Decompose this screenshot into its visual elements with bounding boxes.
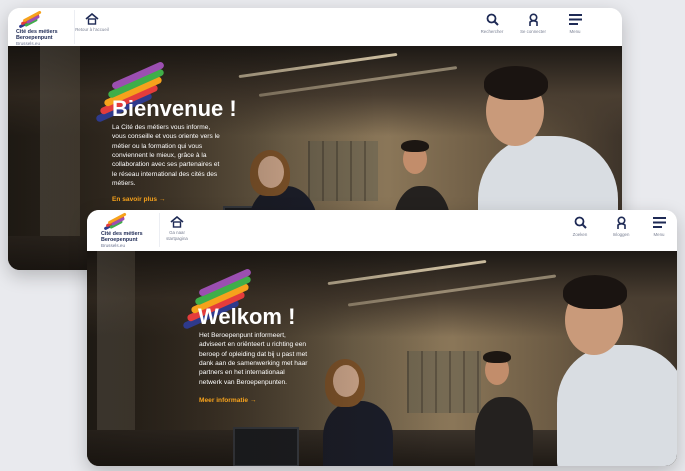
menu-button[interactable]: Menu bbox=[558, 10, 592, 44]
user-icon bbox=[616, 216, 626, 229]
login-button[interactable]: Inloggen bbox=[604, 213, 638, 247]
site-logo[interactable]: Cité des métiers Beroepenpunt Brussels.e… bbox=[16, 10, 76, 46]
menu-label: Menu bbox=[653, 232, 665, 237]
home-label: Retour à l'accueil bbox=[75, 27, 109, 32]
menu-icon bbox=[652, 217, 666, 228]
home-button[interactable]: Retour à l'accueil bbox=[74, 10, 109, 44]
menu-button[interactable]: Menu bbox=[642, 213, 676, 247]
search-icon bbox=[574, 216, 587, 229]
login-label: Inloggen bbox=[612, 232, 630, 237]
search-label: Zoeken bbox=[572, 232, 588, 237]
more-info-link[interactable]: Meer informatie → bbox=[199, 397, 257, 404]
search-button[interactable]: Rechercher bbox=[475, 10, 509, 44]
hero-title: Welkom ! bbox=[198, 304, 296, 329]
home-button[interactable]: Ga naar startpagina bbox=[159, 213, 194, 247]
hero-title: Bienvenue ! bbox=[112, 96, 237, 121]
user-icon bbox=[528, 13, 538, 26]
site-header: Cité des métiers Beroepenpunt Brussels.e… bbox=[87, 210, 677, 251]
hero-description: La Cité des métiers vous informe, vous c… bbox=[112, 124, 220, 188]
homepage-card-nl: Cité des métiers Beroepenpunt Brussels.e… bbox=[87, 210, 677, 466]
menu-label: Menu bbox=[569, 29, 581, 34]
login-button[interactable]: Se connecter bbox=[516, 10, 550, 44]
home-icon bbox=[170, 216, 184, 228]
site-header: Cité des métiers Beroepenpunt Brussels.e… bbox=[8, 8, 622, 46]
home-label: Ga naar startpagina bbox=[166, 230, 188, 241]
menu-icon bbox=[568, 14, 582, 25]
logo-line3: Brussels.eu bbox=[101, 243, 126, 248]
logo-stripes-icon bbox=[101, 212, 127, 231]
site-logo[interactable]: Cité des métiers Beroepenpunt Brussels.e… bbox=[101, 212, 161, 248]
search-button[interactable]: Zoeken bbox=[563, 213, 597, 247]
home-icon bbox=[85, 13, 99, 25]
hero-description: Het Beroepenpunt informeert, adviseert e… bbox=[199, 332, 308, 386]
login-label: Se connecter bbox=[520, 29, 546, 34]
hero-banner: Welkom ! Het Beroepenpunt informeert, ad… bbox=[87, 251, 677, 466]
logo-stripes-icon bbox=[16, 10, 42, 29]
search-label: Rechercher bbox=[480, 29, 504, 34]
search-icon bbox=[486, 13, 499, 26]
learn-more-link[interactable]: En savoir plus → bbox=[112, 196, 166, 203]
